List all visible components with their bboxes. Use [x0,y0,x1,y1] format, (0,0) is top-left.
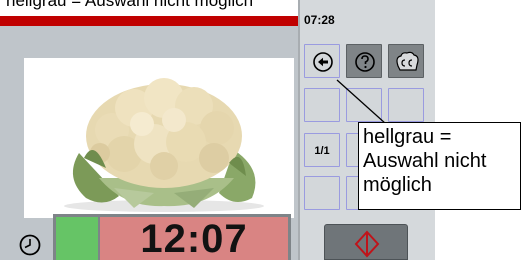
callout-box: hellgrau = Auswahl nicht möglich [358,122,521,210]
callout-line-2: Auswahl nicht [363,150,487,172]
callout-line-3: möglich [363,174,432,196]
callout-line-1: hellgrau = [363,126,452,148]
